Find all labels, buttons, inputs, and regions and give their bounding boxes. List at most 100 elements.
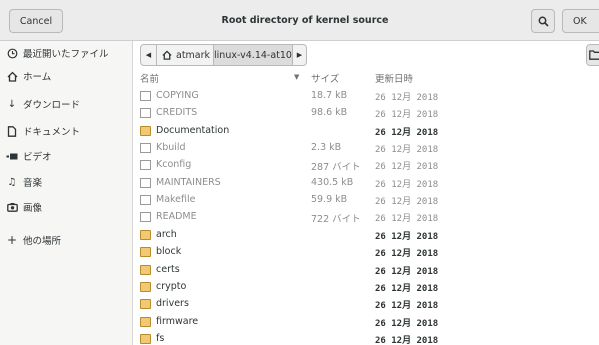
path-home-button[interactable]: atmark xyxy=(157,44,214,66)
file-name: COPYING xyxy=(156,90,199,101)
file-row[interactable]: MAINTAINERS 430.5 kB 26 12月 2018 xyxy=(134,175,599,192)
file-modified: 26 12月 2018 xyxy=(375,179,439,190)
sidebar-item-label: ドキュメント xyxy=(23,127,81,138)
file-modified: 26 12月 2018 xyxy=(375,214,439,225)
cancel-label: Cancel xyxy=(19,15,53,27)
file-name: certs xyxy=(156,263,180,275)
sidebar-item-label: 音楽 xyxy=(23,178,43,189)
file-row[interactable]: block 26 12月 2018 xyxy=(134,244,599,261)
places-sidebar: 最近開いたファイル ホーム ↓ ダウンロード ドキュメント ビデオ ♫ 音楽 画… xyxy=(0,41,133,345)
folder-icon xyxy=(140,229,151,240)
folder-icon xyxy=(140,333,151,344)
sidebar-item-music[interactable]: ♫ 音楽 xyxy=(0,171,133,193)
file-name: Makefile xyxy=(156,194,196,206)
file-row[interactable]: Kconfig 287 バイト 26 12月 2018 xyxy=(134,157,599,174)
sidebar-item-other-locations[interactable]: + 他の場所 xyxy=(0,229,133,251)
file-row[interactable]: Kbuild 2.3 kB 26 12月 2018 xyxy=(134,140,599,157)
sidebar-item-home[interactable]: ホーム xyxy=(0,65,133,87)
file-modified: 26 12月 2018 xyxy=(375,145,439,156)
folder-icon xyxy=(140,264,151,275)
video-icon xyxy=(6,152,18,161)
column-name[interactable]: 名前 xyxy=(140,71,159,85)
column-size[interactable]: サイズ xyxy=(311,71,339,85)
file-row[interactable]: drivers 26 12月 2018 xyxy=(134,296,599,313)
file-icon xyxy=(140,195,151,206)
file-name: Kbuild xyxy=(156,142,186,154)
file-size: 722 バイト xyxy=(311,214,361,226)
file-name: Documentation xyxy=(156,124,230,136)
file-name: Kconfig xyxy=(156,159,192,171)
sidebar-item-downloads[interactable]: ↓ ダウンロード xyxy=(0,93,133,115)
file-size: 2.3 kB xyxy=(311,142,342,154)
file-icon xyxy=(140,108,151,119)
file-name: block xyxy=(156,246,182,258)
path-forward-button[interactable]: ▶ xyxy=(293,44,307,66)
file-name: README xyxy=(156,211,197,223)
sidebar-item-label: ダウンロード xyxy=(23,100,81,111)
file-row[interactable]: README 722 バイト 26 12月 2018 xyxy=(134,209,599,226)
file-name: arch xyxy=(156,228,177,240)
file-row[interactable]: COPYING 18.7 kB 26 12月 2018 xyxy=(134,88,599,105)
search-button[interactable] xyxy=(531,9,555,33)
file-size: 287 バイト xyxy=(311,162,361,174)
chevron-left-icon: ◀ xyxy=(145,51,152,59)
file-row[interactable]: Documentation 26 12月 2018 xyxy=(134,123,599,140)
folder-icon xyxy=(140,299,151,310)
file-icon xyxy=(140,91,151,101)
file-row[interactable]: CREDITS 98.6 kB 26 12月 2018 xyxy=(134,105,599,122)
file-modified: 26 12月 2018 xyxy=(375,197,439,208)
file-name: crypto xyxy=(156,280,187,292)
path-current-dir-button[interactable]: linux-v4.14-at10 xyxy=(214,44,293,66)
ok-label: OK xyxy=(573,15,587,27)
file-row[interactable]: fs 26 12月 2018 xyxy=(134,331,599,345)
plus-icon: + xyxy=(6,233,18,247)
sidebar-item-label: ホーム xyxy=(23,72,52,83)
file-row[interactable]: arch 26 12月 2018 xyxy=(134,227,599,244)
sidebar-item-recent[interactable]: 最近開いたファイル xyxy=(0,42,133,64)
file-modified: 26 12月 2018 xyxy=(375,318,439,329)
path-current-dir-label: linux-v4.14-at10 xyxy=(214,49,292,61)
file-row[interactable]: certs 26 12月 2018 xyxy=(134,262,599,279)
sort-descending-icon: ▼ xyxy=(294,73,300,81)
file-size: 59.9 kB xyxy=(311,194,348,206)
document-icon xyxy=(6,125,18,137)
sidebar-item-label: 画像 xyxy=(23,203,43,214)
file-name: firmware xyxy=(156,315,199,327)
path-back-button[interactable]: ◀ xyxy=(140,44,157,66)
file-size: 98.6 kB xyxy=(311,107,348,119)
ok-button[interactable]: OK xyxy=(562,9,599,33)
sidebar-item-videos[interactable]: ビデオ xyxy=(0,145,133,167)
home-icon xyxy=(162,50,172,60)
file-row[interactable]: crypto 26 12月 2018 xyxy=(134,279,599,296)
music-icon: ♫ xyxy=(7,176,17,188)
file-row[interactable]: firmware 26 12月 2018 xyxy=(134,314,599,331)
header-bar: Cancel Root directory of kernel source O… xyxy=(0,0,599,41)
sidebar-item-pictures[interactable]: 画像 xyxy=(0,196,133,218)
file-row[interactable]: Makefile 59.9 kB 26 12月 2018 xyxy=(134,192,599,209)
chevron-right-icon: ▶ xyxy=(296,51,303,59)
new-folder-icon xyxy=(589,50,599,60)
folder-icon xyxy=(140,316,151,327)
file-size: 430.5 kB xyxy=(311,176,354,188)
search-icon xyxy=(538,16,549,27)
file-modified: 26 12月 2018 xyxy=(375,127,439,138)
file-size: 18.7 kB xyxy=(311,90,348,101)
file-modified: 26 12月 2018 xyxy=(375,231,439,242)
sidebar-item-label: 最近開いたファイル xyxy=(23,49,109,60)
cancel-button[interactable]: Cancel xyxy=(9,9,63,33)
file-name: fs xyxy=(156,332,165,344)
file-icon xyxy=(140,177,151,188)
download-icon: ↓ xyxy=(7,98,17,110)
file-icon xyxy=(140,160,151,171)
path-home-label: atmark xyxy=(176,49,211,61)
file-name: MAINTAINERS xyxy=(156,176,221,188)
sidebar-item-documents[interactable]: ドキュメント xyxy=(0,120,133,142)
column-modified[interactable]: 更新日時 xyxy=(375,71,413,85)
folder-icon xyxy=(140,125,151,136)
path-bar: ◀ atmark linux-v4.14-at10 ▶ xyxy=(140,44,307,66)
file-name: drivers xyxy=(156,298,189,310)
file-modified: 26 12月 2018 xyxy=(375,283,439,294)
file-name: CREDITS xyxy=(156,107,198,119)
new-folder-button[interactable] xyxy=(586,44,599,66)
home-icon xyxy=(6,71,18,82)
